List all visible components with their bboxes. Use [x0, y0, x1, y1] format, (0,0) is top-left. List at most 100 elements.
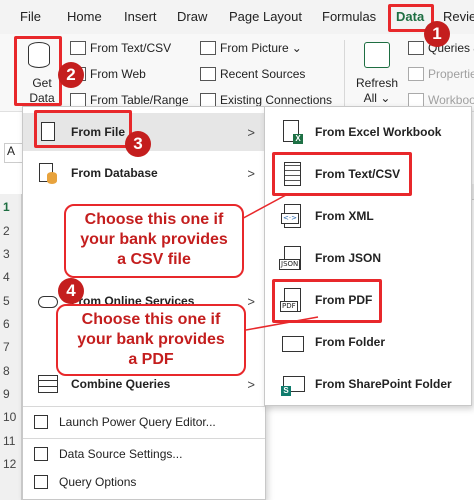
- submenu-item-label: From SharePoint Folder: [315, 377, 452, 391]
- callout-text: your bank provides: [77, 331, 225, 348]
- refresh-icon: [364, 42, 390, 68]
- chevron-right-icon: >: [247, 293, 255, 309]
- from-text-csv-ribbon-button[interactable]: From Text/CSV: [70, 41, 171, 55]
- menu-item-from-database[interactable]: From Database >: [23, 154, 265, 192]
- refresh-all-button[interactable]: Refresh All ⌄: [352, 76, 402, 106]
- highlight-get-data: [14, 36, 62, 106]
- from-file-submenu: X From Excel Workbook From Text/CSV <·> …: [264, 106, 472, 406]
- table-icon: [70, 93, 86, 107]
- tab-page-layout[interactable]: Page Layout: [229, 9, 302, 24]
- tab-formulas[interactable]: Formulas: [322, 9, 376, 24]
- workbook-links-label: Workboo: [428, 93, 474, 107]
- chevron-right-icon: >: [247, 165, 255, 181]
- tab-file[interactable]: File: [20, 9, 41, 24]
- menu-item-query-options[interactable]: Query Options: [23, 468, 265, 496]
- folder-icon: [281, 328, 305, 356]
- workbook-links-icon: [408, 93, 424, 107]
- refresh-label-line2: All: [363, 91, 377, 105]
- recent-sources-ribbon-button[interactable]: Recent Sources: [200, 67, 305, 81]
- name-box[interactable]: A: [4, 143, 24, 163]
- row-number[interactable]: 4: [3, 270, 10, 284]
- get-data-menu: From File > From Database > From Online …: [22, 106, 266, 500]
- step-number-badge: 1: [424, 21, 450, 47]
- step-number-badge: 2: [58, 62, 84, 88]
- submenu-item-from-xml[interactable]: <·> From XML: [265, 195, 471, 237]
- xml-file-icon: <·>: [281, 202, 305, 230]
- highlight-from-text-csv: [272, 152, 412, 196]
- excel-workbook-icon: X: [281, 118, 305, 146]
- database-file-icon: [37, 162, 59, 184]
- existing-connections-label: Existing Connections: [220, 93, 333, 107]
- menu-item-label: Combine Queries: [71, 377, 171, 391]
- properties-icon: [408, 67, 424, 81]
- from-table-range-label: From Table/Range: [90, 93, 189, 107]
- callout-text: your bank provides: [80, 231, 228, 248]
- callout-text: a PDF: [128, 351, 174, 368]
- data-source-settings-icon: [33, 446, 49, 462]
- submenu-item-label: From JSON: [315, 251, 382, 265]
- submenu-item-from-sharepoint-folder[interactable]: S From SharePoint Folder: [265, 363, 471, 405]
- menu-item-data-source-settings[interactable]: Data Source Settings...: [23, 440, 265, 468]
- row-number[interactable]: 7: [3, 340, 10, 354]
- properties-button[interactable]: Properties: [408, 67, 474, 81]
- menu-divider: [23, 438, 265, 439]
- chevron-right-icon: >: [247, 376, 255, 392]
- from-picture-ribbon-button[interactable]: From Picture ⌄: [200, 41, 302, 55]
- from-table-range-ribbon-button[interactable]: From Table/Range: [70, 93, 189, 107]
- chevron-down-icon: ⌄: [291, 41, 302, 55]
- power-query-editor-icon: [33, 414, 49, 430]
- from-picture-label: From Picture: [220, 41, 289, 55]
- tab-draw[interactable]: Draw: [177, 9, 207, 24]
- row-number[interactable]: 6: [3, 317, 10, 331]
- submenu-item-from-folder[interactable]: From Folder: [265, 321, 471, 363]
- row-number[interactable]: 12: [3, 457, 16, 471]
- from-web-label: From Web: [90, 67, 146, 81]
- menu-item-launch-power-query-editor[interactable]: Launch Power Query Editor...: [23, 408, 265, 436]
- tab-review[interactable]: Revie: [443, 9, 474, 24]
- menu-divider: [23, 406, 265, 407]
- highlight-from-file: [34, 110, 132, 148]
- submenu-item-from-json[interactable]: JSON From JSON: [265, 237, 471, 279]
- row-number[interactable]: 1: [3, 200, 10, 214]
- row-number[interactable]: 5: [3, 294, 10, 308]
- row-number[interactable]: 3: [3, 247, 10, 261]
- step-number-badge: 3: [125, 131, 151, 157]
- row-number[interactable]: 10: [3, 410, 16, 424]
- callout-text: a CSV file: [117, 251, 191, 268]
- combine-queries-icon: [37, 373, 59, 395]
- sharepoint-folder-icon: S: [281, 370, 305, 398]
- workbook-links-button[interactable]: Workboo: [408, 93, 474, 107]
- properties-label: Properties: [428, 67, 474, 81]
- recent-sources-label: Recent Sources: [220, 67, 306, 81]
- row-number[interactable]: 11: [3, 434, 15, 448]
- submenu-item-from-excel-workbook[interactable]: X From Excel Workbook: [265, 111, 471, 153]
- queries-icon: [408, 41, 424, 55]
- from-text-csv-label: From Text/CSV: [90, 41, 172, 55]
- json-file-icon: JSON: [279, 244, 305, 272]
- menu-item-label: Data Source Settings...: [59, 447, 183, 461]
- tab-home[interactable]: Home: [67, 9, 102, 24]
- submenu-item-label: From Excel Workbook: [315, 125, 442, 139]
- row-number[interactable]: 9: [3, 387, 10, 401]
- existing-connections-ribbon-button[interactable]: Existing Connections: [200, 93, 332, 107]
- row-number[interactable]: 2: [3, 224, 10, 238]
- refresh-label-line1: Refresh: [355, 76, 399, 90]
- ribbon-group-divider: [344, 40, 345, 106]
- connections-icon: [200, 93, 216, 107]
- callout-csv: Choose this one if your bank provides a …: [64, 204, 244, 278]
- query-options-icon: [33, 474, 49, 490]
- callout-pdf: Choose this one if your bank provides a …: [56, 304, 246, 376]
- row-number[interactable]: 8: [3, 364, 10, 378]
- menu-item-label: Query Options: [59, 475, 137, 489]
- row-header-column: 1 2 3 4 5 6 7 8 9 10 11 12: [0, 194, 22, 500]
- highlight-from-pdf: [272, 279, 382, 323]
- callout-text: Choose this one if: [81, 311, 221, 328]
- text-file-icon: [70, 41, 86, 55]
- tab-insert[interactable]: Insert: [124, 9, 157, 24]
- submenu-item-label: From XML: [315, 209, 374, 223]
- chevron-right-icon: >: [247, 124, 255, 140]
- callout-text: Choose this one if: [84, 211, 224, 228]
- picture-icon: [200, 41, 216, 55]
- menu-item-label: Launch Power Query Editor...: [59, 415, 216, 429]
- step-number-badge: 4: [58, 278, 84, 304]
